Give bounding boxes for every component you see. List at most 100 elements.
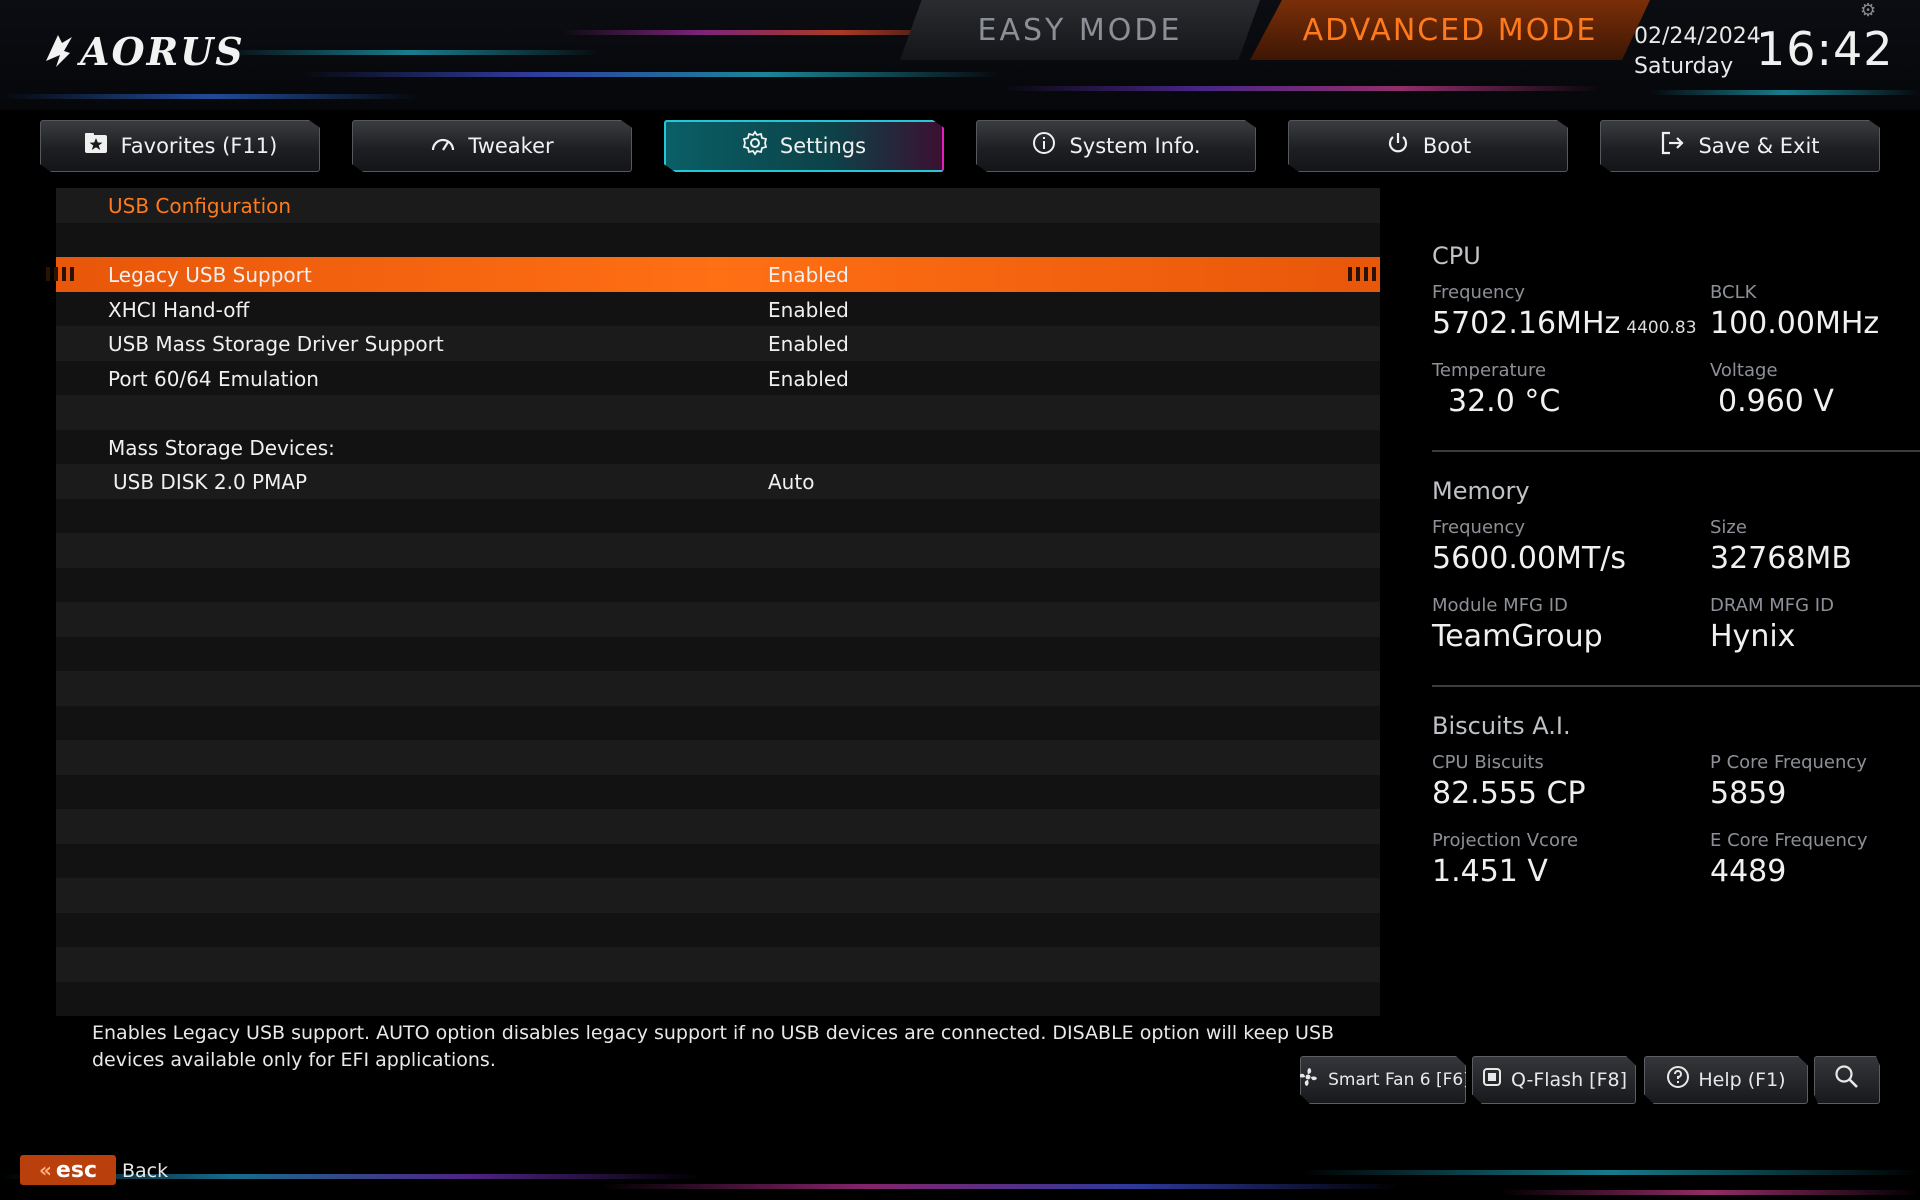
search-icon [1834,1064,1860,1096]
projection-vcore-label: Projection Vcore [1432,830,1579,851]
dram-mfg-label: DRAM MFG ID [1710,595,1834,616]
settings-list: USB Configuration Legacy USB Support Ena… [46,188,1380,1016]
easy-mode-button[interactable]: EASY MODE [900,0,1260,60]
selection-marker [46,267,76,281]
ecore-frequency-label: E Core Frequency [1710,830,1868,851]
exit-icon [1660,131,1686,161]
smart-fan-button[interactable]: Smart Fan 6 [F6] [1300,1056,1466,1104]
help-description: Enables Legacy USB support. AUTO option … [92,1022,1335,1071]
empty-row [56,740,1380,775]
empty-row [56,774,1380,809]
tab-settings[interactable]: Settings [664,120,944,172]
main-tabs: Favorites (F11) Tweaker Settings System … [40,120,1890,172]
empty-row [56,602,1380,637]
tab-system-info[interactable]: System Info. [976,120,1256,172]
cpu-frequency-value: 5702.16MHz 4400.83 [1432,306,1697,341]
empty-row [56,636,1380,671]
header-streak [220,50,600,55]
star-folder-icon [83,132,109,160]
projection-vcore-value: 1.451 V [1432,854,1548,889]
setting-value[interactable]: Enabled [768,332,849,356]
cpu-frequency-main: 5702.16MHz [1432,306,1621,341]
help-button[interactable]: Help (F1) [1644,1056,1808,1104]
esc-label: esc [55,1157,97,1183]
tab-tweaker[interactable]: Tweaker [352,120,632,172]
empty-row [56,498,1380,533]
setting-row-usb-disk[interactable]: USB DISK 2.0 PMAP Auto [56,464,1380,499]
empty-row [56,533,1380,568]
footer-streak [600,1184,1400,1189]
pcore-frequency-label: P Core Frequency [1710,752,1867,773]
esc-button[interactable]: « esc [20,1155,116,1185]
top-header: AORUS EASY MODE ADVANCED MODE 02/24/2024… [0,0,1920,110]
section-title: USB Configuration [108,194,292,218]
empty-row [56,912,1380,947]
qflash-button[interactable]: Q-Flash [F8] [1472,1056,1636,1104]
tab-favorites[interactable]: Favorites (F11) [40,120,320,172]
pcore-frequency-value: 5859 [1710,776,1787,811]
empty-row [56,981,1380,1016]
setting-row-port-emulation[interactable]: Port 60/64 Emulation Enabled [56,360,1380,395]
setting-label: Port 60/64 Emulation [108,366,319,391]
help-label: Help (F1) [1698,1069,1786,1091]
empty-row [56,395,1380,430]
cpu-frequency-label: Frequency [1432,282,1525,303]
setting-label: USB Mass Storage Driver Support [108,332,444,356]
temperature-label: Temperature [1432,360,1547,381]
empty-row [56,878,1380,913]
device-label: USB DISK 2.0 PMAP [113,470,308,494]
cpu-biscuits-value: 82.555 CP [1432,776,1586,811]
tab-label: Save & Exit [1698,134,1820,158]
help-icon [1666,1065,1690,1095]
back-label: Back [122,1160,169,1182]
biscuits-title: Biscuits A.I. [1432,712,1571,740]
hardware-info-panel: CPU Frequency 5702.16MHz 4400.83 BCLK 100… [1432,236,1920,941]
gear-icon[interactable]: ⚙ [1860,0,1876,21]
empty-row [56,843,1380,878]
memory-size-label: Size [1710,517,1747,538]
tab-label: System Info. [1069,134,1201,158]
empty-row [56,671,1380,706]
empty-row [56,222,1380,257]
setting-label: XHCI Hand-off [108,297,250,322]
advanced-mode-button[interactable]: ADVANCED MODE [1250,0,1650,60]
biscuits-info: Biscuits A.I. CPU Biscuits 82.555 CP P C… [1432,706,1920,941]
cpu-biscuits-label: CPU Biscuits [1432,752,1544,773]
date-text: 02/24/2024 [1634,24,1761,49]
setting-value[interactable]: Enabled [768,367,849,391]
day-text: Saturday [1634,54,1734,79]
cpu-title: CPU [1432,242,1481,270]
date-display: 02/24/2024 Saturday [1634,22,1761,82]
module-mfg-label: Module MFG ID [1432,595,1568,616]
memory-size-value: 32768MB [1710,541,1852,576]
voltage-value: 0.960 V [1718,384,1834,419]
setting-value[interactable]: Enabled [768,298,849,322]
empty-row [56,809,1380,844]
gauge-icon [430,133,456,159]
footer-streak [1300,1170,1920,1175]
tab-label: Tweaker [468,134,554,158]
brand-name: AORUS [80,28,245,74]
gear-icon [742,130,768,162]
qflash-label: Q-Flash [F8] [1510,1069,1627,1091]
memory-frequency-value: 5600.00MT/s [1432,541,1627,576]
bclk-label: BCLK [1710,282,1757,303]
setting-value[interactable]: Enabled [768,263,849,287]
device-value[interactable]: Auto [768,470,814,494]
bclk-value: 100.00MHz [1710,306,1880,341]
setting-row-mass-storage-driver[interactable]: USB Mass Storage Driver Support Enabled [56,326,1380,361]
selection-marker [1348,267,1378,281]
power-icon [1385,131,1411,161]
divider [1432,685,1920,687]
tab-save-exit[interactable]: Save & Exit [1600,120,1880,172]
cpu-frequency-sub: 4400.83 [1626,318,1697,338]
empty-row [56,947,1380,982]
setting-row-legacy-usb[interactable]: Legacy USB Support Enabled [46,257,1380,292]
header-streak [1000,86,1600,91]
header-streak [300,72,1000,77]
search-button[interactable] [1814,1056,1880,1104]
tab-boot[interactable]: Boot [1288,120,1568,172]
mass-storage-header: Mass Storage Devices: [56,429,1380,464]
empty-row [56,705,1380,740]
setting-row-xhci[interactable]: XHCI Hand-off Enabled [56,291,1380,326]
